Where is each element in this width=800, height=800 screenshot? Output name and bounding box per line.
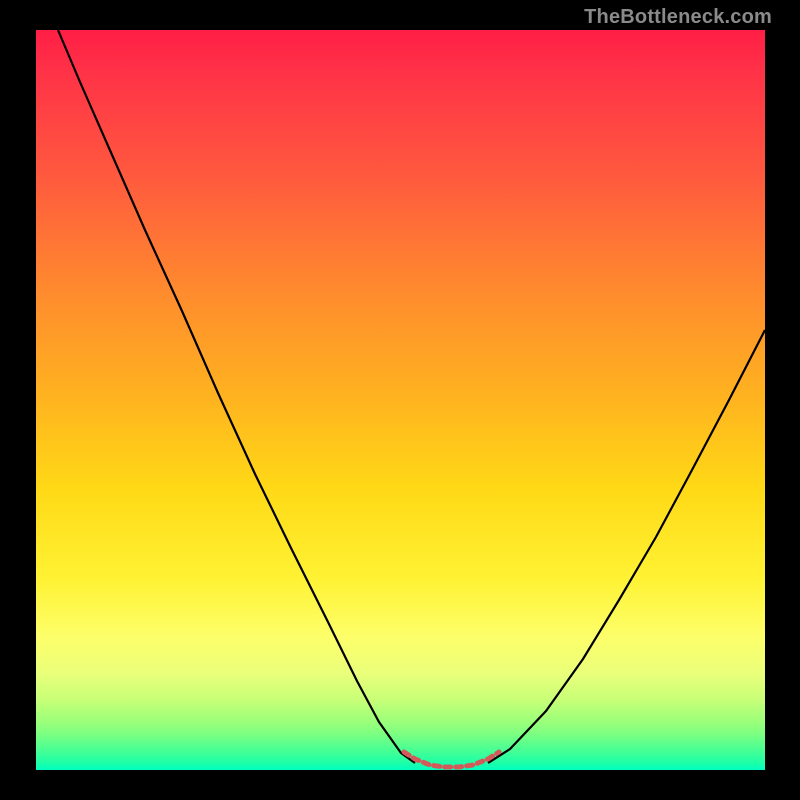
chart-frame: TheBottleneck.com — [0, 0, 800, 800]
heat-gradient-background — [36, 30, 765, 770]
watermark-text: TheBottleneck.com — [584, 6, 772, 29]
plot-area — [36, 30, 765, 770]
